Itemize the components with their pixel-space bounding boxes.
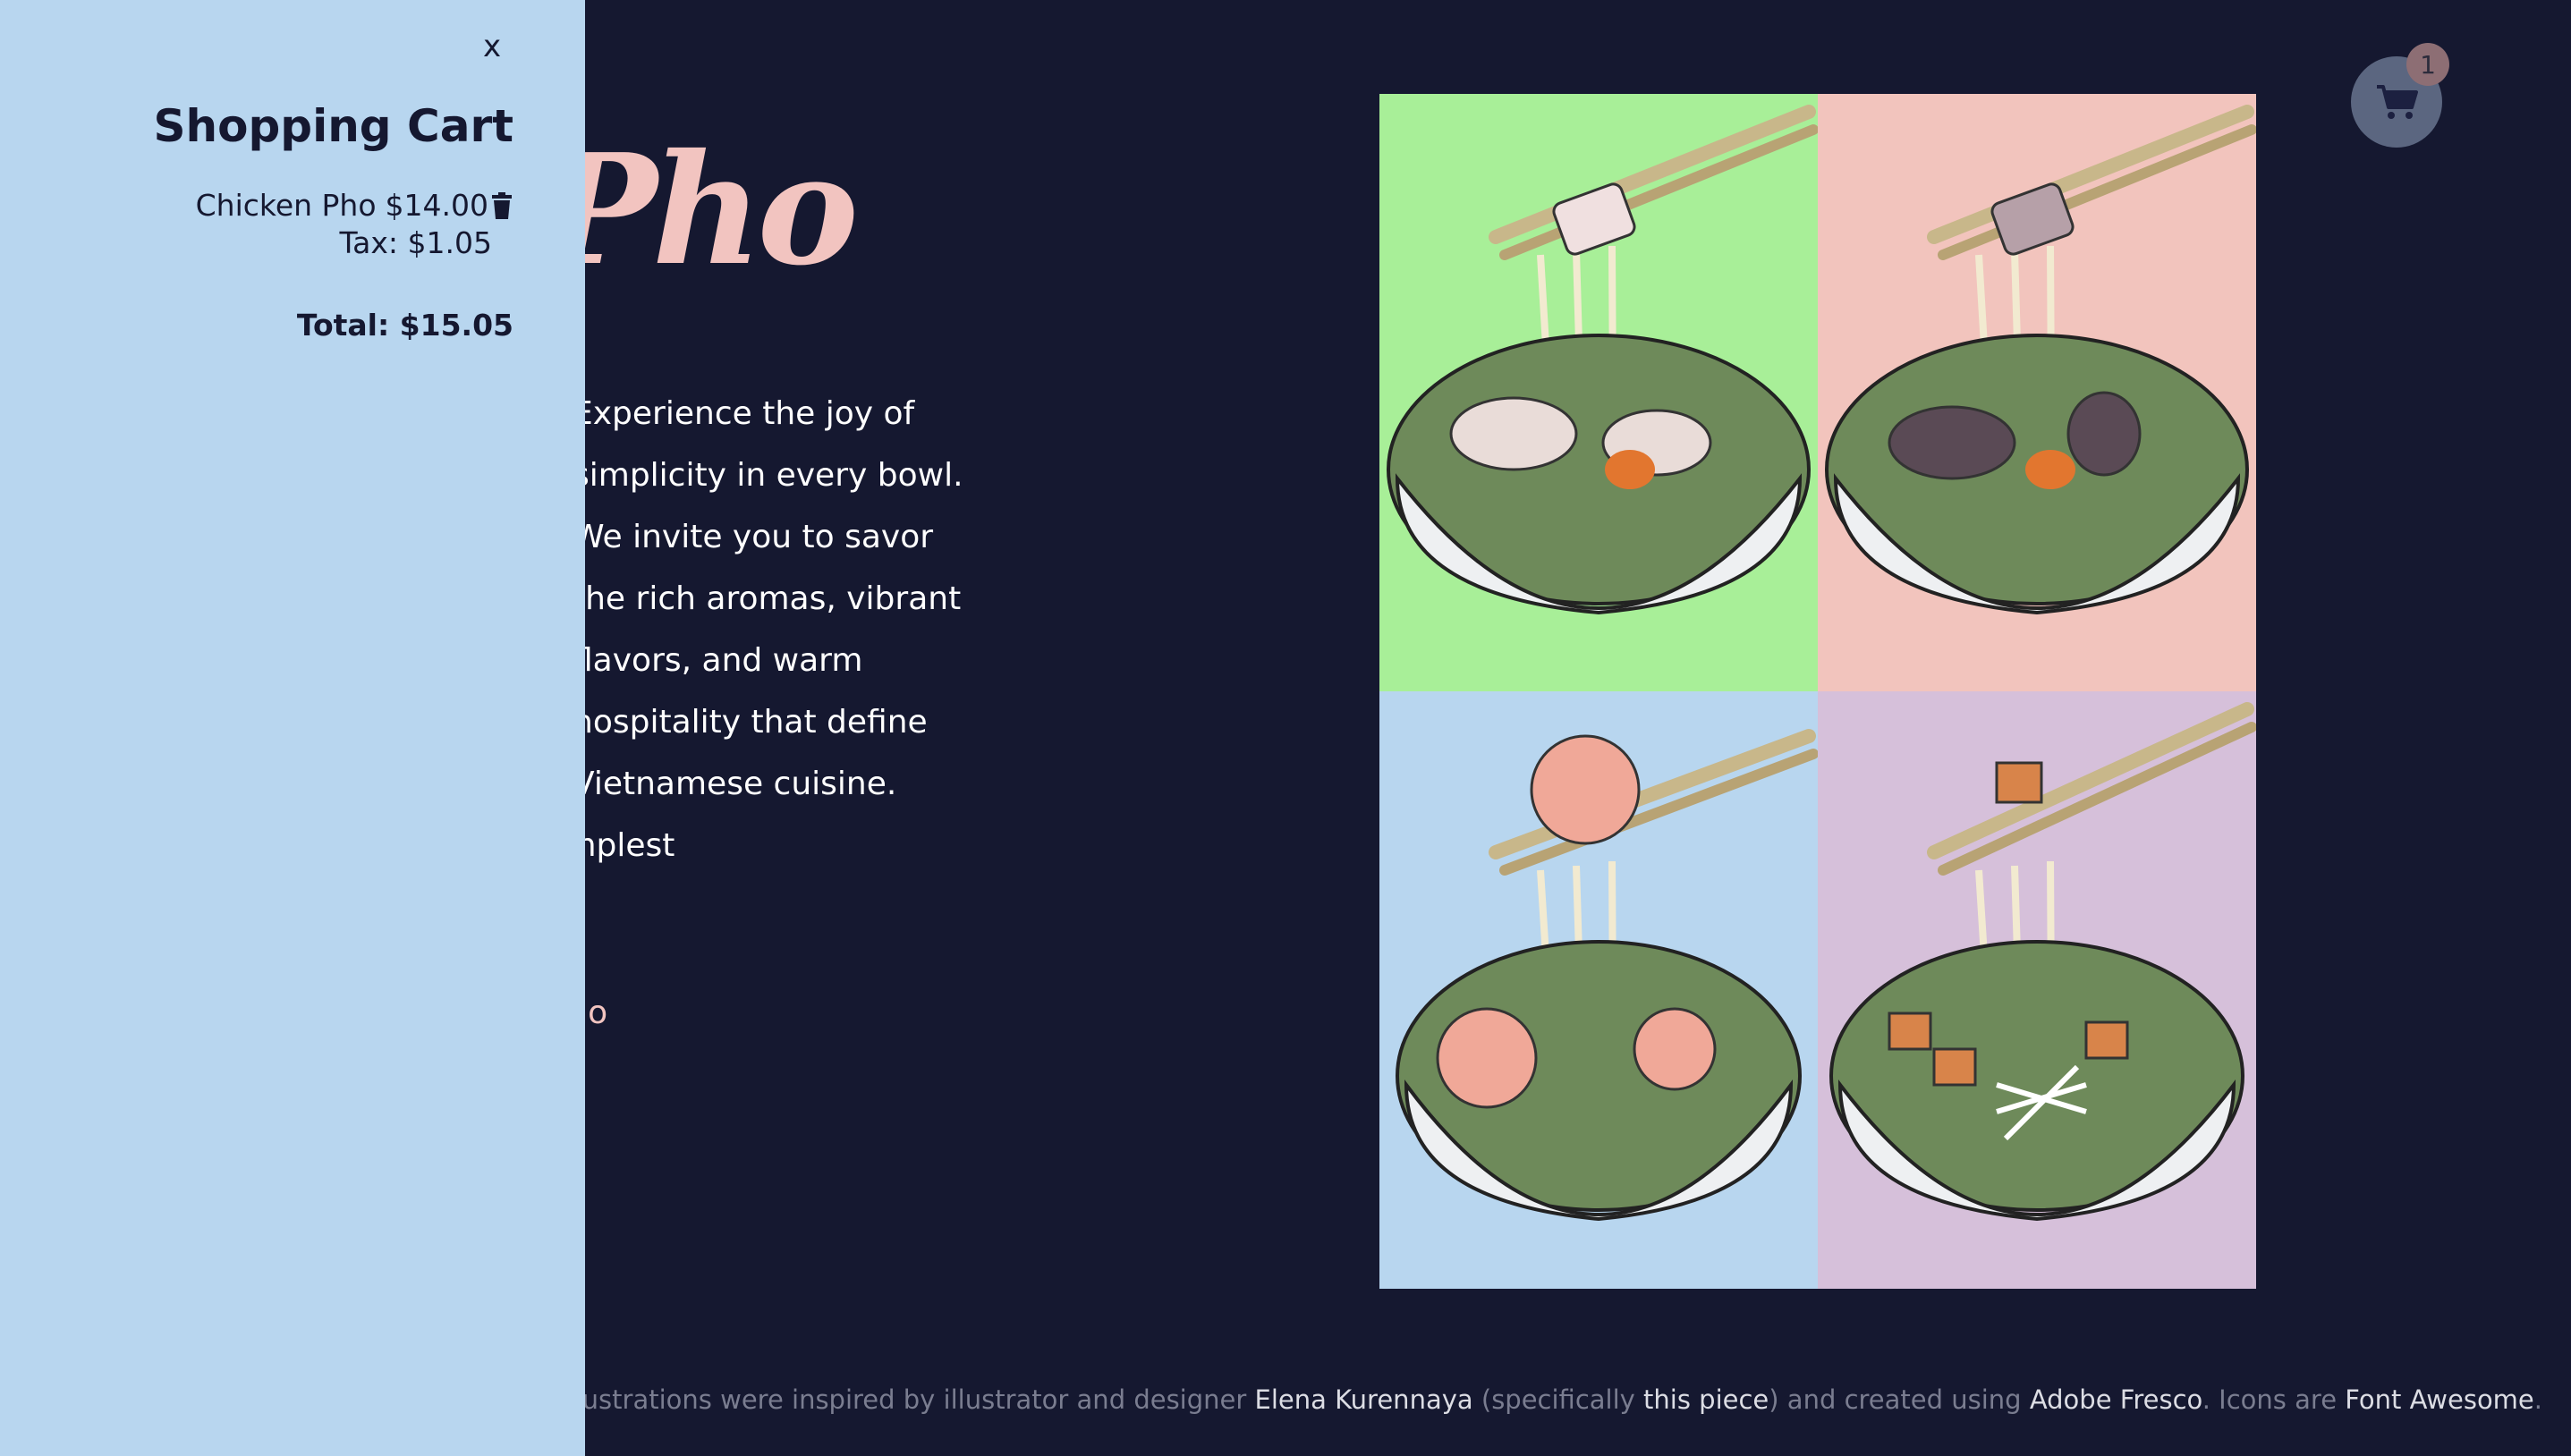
cart-line-item: Chicken Pho $14.00 <box>196 188 513 223</box>
intro-line: the rich aromas, vibrant <box>573 580 962 617</box>
intro-line: We invite you to savor <box>573 519 934 555</box>
cart-total: Total: $15.05 <box>296 308 513 343</box>
pho-illustration-shrimp <box>1379 691 1818 1289</box>
cart-item-price: $14.00 <box>385 188 488 223</box>
footer-text: All illustrations were inspired by illus… <box>520 1384 1255 1415</box>
footer-credit: All illustrations were inspired by illus… <box>520 1384 2542 1415</box>
intro-line: simplicity in every bowl. <box>573 457 963 494</box>
pho-illustration-tofu <box>1818 691 2256 1289</box>
adobe-fresco-link[interactable]: Adobe Fresco <box>2030 1384 2202 1415</box>
intro-line: Vietnamese cuisine. <box>573 766 897 802</box>
cart-count-badge: 1 <box>2406 43 2449 86</box>
intro-line: flavors, and warm <box>573 642 863 679</box>
cart-drawer: x Shopping Cart Chicken Pho $14.00 Tax: … <box>0 0 585 1456</box>
intro-line: Experience the joy of <box>573 395 915 432</box>
pho-illustration-chicken <box>1379 94 1818 691</box>
intro-paragraph: Experience the joy of simplicity in ever… <box>315 383 984 938</box>
footer-text: ) and created using <box>1769 1384 2030 1415</box>
artist-link[interactable]: Elena Kurennaya <box>1255 1384 1473 1415</box>
cart-item-name: Chicken Pho <box>195 188 377 223</box>
footer-text: (specifically <box>1472 1384 1644 1415</box>
trash-icon[interactable] <box>490 191 513 220</box>
pho-illustration-beef <box>1818 94 2256 691</box>
intro-line: hospitality that define <box>573 704 928 741</box>
font-awesome-link[interactable]: Font Awesome <box>2345 1384 2534 1415</box>
pho-illustration-grid <box>1379 94 2256 1289</box>
footer-text: . Icons are <box>2202 1384 2346 1415</box>
shopping-cart-icon <box>2377 85 2418 119</box>
this-piece-link[interactable]: this piece <box>1643 1384 1769 1415</box>
cart-tax: Tax: $1.05 <box>339 225 492 260</box>
footer-text: . <box>2533 1384 2542 1415</box>
cart-title: Shopping Cart <box>153 100 513 152</box>
close-cart-button[interactable]: x <box>483 29 501 64</box>
